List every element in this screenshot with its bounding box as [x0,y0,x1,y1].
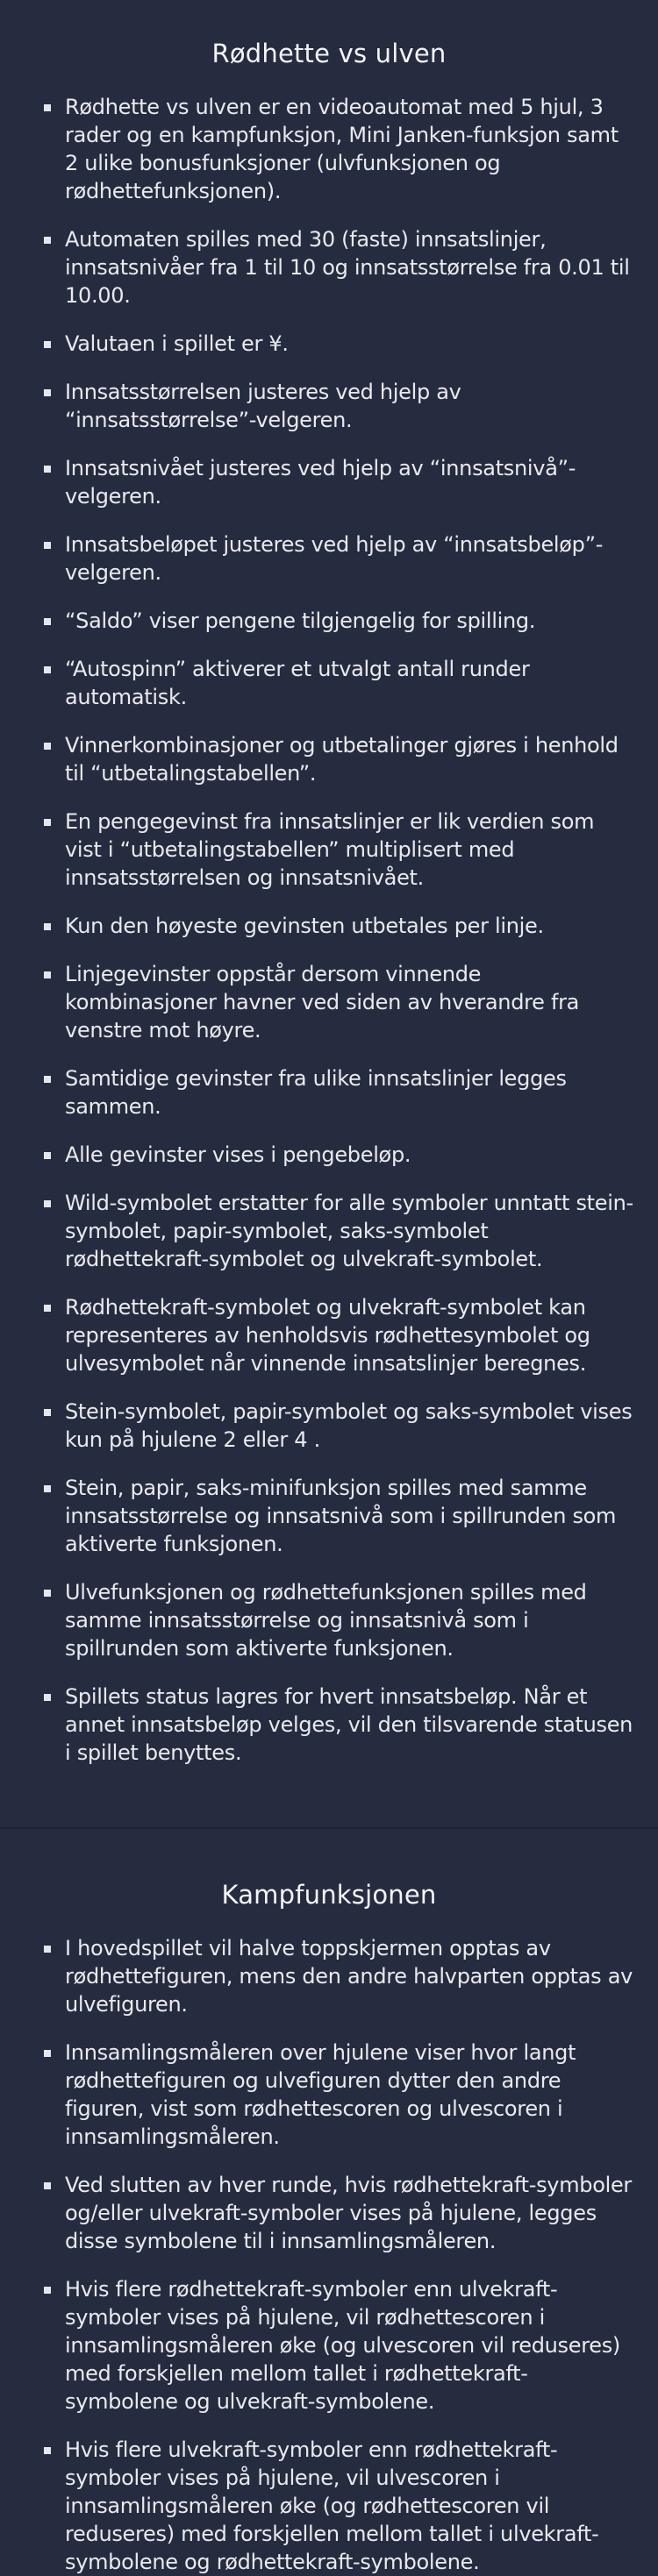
bullet-icon [44,2287,51,2294]
bullet-icon [44,2050,51,2057]
list-item-text: Linjegevinster oppstår dersom vinnende k… [65,962,580,1042]
bullet-icon [44,971,51,978]
bullet-icon [44,923,51,930]
list-item-text: Automaten spilles med 30 (faste) innsats… [65,227,630,308]
bullet-icon [44,819,51,826]
bullet-icon [44,1946,51,1953]
list-item: “Autospinn” aktiverer et utvalgt antall … [25,655,633,711]
list-item: Innsatsnivået justeres ved hjelp av “inn… [25,454,633,510]
list-item: Hvis flere rødhettekraft-symboler enn ul… [25,2275,633,2416]
list-item: Alle gevinster vises i pengebeløp. [25,1141,633,1169]
list-item: Automaten spilles med 30 (faste) innsats… [25,225,633,310]
section-title: Kampfunksjonen [221,1880,437,1910]
list-item: Hvis flere ulvekraft-symboler enn rødhet… [25,2436,633,2576]
section-title: Rødhette vs ulven [211,39,447,68]
list-item: Wild-symbolet erstatter for alle symbole… [25,1189,633,1273]
list-item: Samtidige gevinster fra ulike innsatslin… [25,1064,633,1121]
list-item: Valutaen i spillet er ¥. [25,330,633,358]
list-item-text: Ulvefunksjonen og rødhettefunksjonen spi… [65,1580,587,1661]
list-item-text: Hvis flere rødhettekraft-symboler enn ul… [65,2277,620,2414]
section-battle-feature: Kampfunksjonen I hovedspillet vil halve … [0,1829,658,2576]
list-item-text: Alle gevinster vises i pengebeløp. [65,1142,411,1167]
bullet-icon [44,2447,51,2454]
bullet-icon [44,1409,51,1416]
bullet-icon [44,743,51,750]
list-item: Innsamlingsmåleren over hjulene viser hv… [25,2039,633,2151]
bullet-icon [44,2182,51,2189]
list-item-text: “Autospinn” aktiverer et utvalgt antall … [65,657,530,709]
list-item-text: Samtidige gevinster fra ulike innsatslin… [65,1066,567,1119]
list-item: Rødhettekraft-symbolet og ulvekraft-symb… [25,1293,633,1377]
list-item-text: I hovedspillet vil halve toppskjermen op… [65,1936,633,2017]
list-item: Stein, papir, saks-minifunksjon spilles … [25,1474,633,1558]
list-item: Ved slutten av hver runde, hvis rødhette… [25,2171,633,2255]
list-item: Linjegevinster oppstår dersom vinnende k… [25,960,633,1044]
bullet-icon [44,466,51,473]
list-item-text: Innsatsstørrelsen justeres ved hjelp av … [65,380,461,432]
bullet-icon [44,1590,51,1597]
bullet-icon [44,237,51,244]
list-item-text: Kun den høyeste gevinsten utbetales per … [65,914,544,938]
bullet-icon [44,666,51,673]
bullet-icon [44,618,51,625]
list-item: En pengegevinst fra innsatslinjer er lik… [25,808,633,892]
list-item-text: “Saldo” viser pengene tilgjengelig for s… [65,608,536,633]
bullet-icon [44,542,51,549]
bullet-icon [44,1694,51,1701]
list-item-text: Valutaen i spillet er ¥. [65,331,289,356]
list-item-text: Hvis flere ulvekraft-symboler enn rødhet… [65,2437,599,2574]
bullet-icon [44,341,51,348]
list-item: Stein-symbolet, papir-symbolet og saks-s… [25,1398,633,1454]
list-item-text: Stein-symbolet, papir-symbolet og saks-s… [65,1399,633,1452]
list-item-text: Stein, papir, saks-minifunksjon spilles … [65,1476,617,1556]
rules-list: Rødhette vs ulven er en videoautomat med… [25,93,633,1767]
list-item-text: Innsatsnivået justeres ved hjelp av “inn… [65,456,576,509]
bullet-icon [44,389,51,396]
list-item-text: Innsamlingsmåleren over hjulene viser hv… [65,2040,576,2149]
rules-list: I hovedspillet vil halve toppskjermen op… [25,1934,633,2576]
list-item-text: Vinnerkombinasjoner og utbetalinger gjør… [65,733,619,786]
list-item-text: En pengegevinst fra innsatslinjer er lik… [65,809,595,890]
bullet-icon [44,1485,51,1492]
bullet-icon [44,1305,51,1312]
bullet-icon [44,1152,51,1159]
list-item-text: Ved slutten av hver runde, hvis rødhette… [65,2173,632,2253]
list-item: Innsatsstørrelsen justeres ved hjelp av … [25,378,633,434]
list-item-text: Wild-symbolet erstatter for alle symbole… [65,1191,633,1271]
list-item-text: Rødhette vs ulven er en videoautomat med… [65,95,619,203]
bullet-icon [44,1076,51,1083]
list-item: Innsatsbeløpet justeres ved hjelp av “in… [25,530,633,587]
list-item: I hovedspillet vil halve toppskjermen op… [25,1934,633,2018]
bullet-icon [44,104,51,111]
bullet-icon [44,1200,51,1207]
list-item: Spillets status lagres for hvert innsats… [25,1683,633,1767]
list-item: “Saldo” viser pengene tilgjengelig for s… [25,607,633,635]
list-item: Ulvefunksjonen og rødhettefunksjonen spi… [25,1578,633,1662]
section-game-rules: Rødhette vs ulven Rødhette vs ulven er e… [0,0,658,1827]
list-item: Kun den høyeste gevinsten utbetales per … [25,912,633,940]
list-item-text: Innsatsbeløpet justeres ved hjelp av “in… [65,532,604,585]
list-item-text: Rødhettekraft-symbolet og ulvekraft-symb… [65,1295,590,1376]
list-item: Rødhette vs ulven er en videoautomat med… [25,93,633,205]
list-item: Vinnerkombinasjoner og utbetalinger gjør… [25,731,633,787]
list-item-text: Spillets status lagres for hvert innsats… [65,1684,633,1765]
